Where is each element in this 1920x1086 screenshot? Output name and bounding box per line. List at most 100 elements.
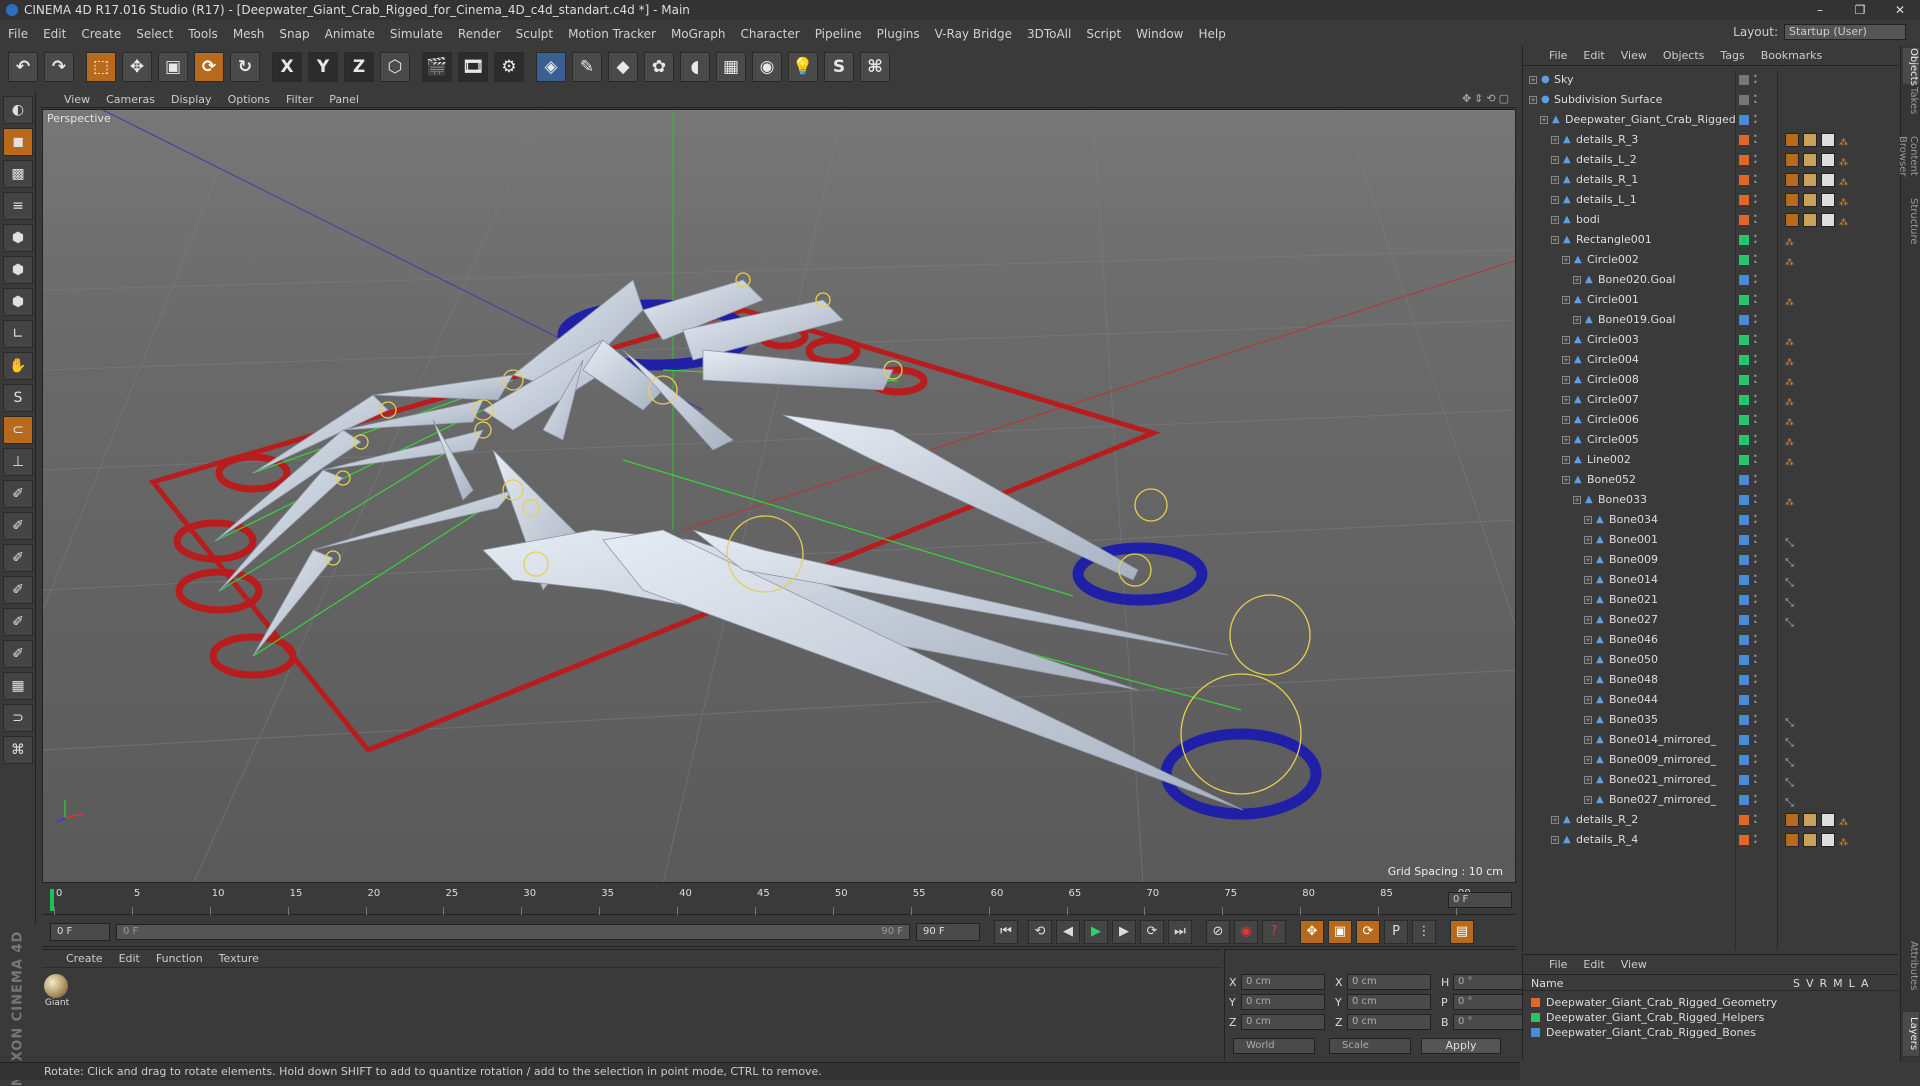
layer-color-swatch[interactable] xyxy=(1739,335,1749,345)
menu-mograph[interactable]: MoGraph xyxy=(671,27,726,41)
menu-3dtoall[interactable]: 3DToAll xyxy=(1027,27,1071,41)
expand-toggle-icon[interactable]: + xyxy=(1584,776,1592,784)
object-row[interactable]: + ▲ Circle003 • • ⁂ xyxy=(1523,330,1899,350)
object-row[interactable]: + ▲ details_R_1 • • ⁂ xyxy=(1523,170,1899,190)
object-row[interactable]: + ▲ Bone021_mirrored_ • • ⤡ xyxy=(1523,770,1899,790)
visibility-dots-icon[interactable]: • • xyxy=(1753,173,1758,187)
material-tag-icon[interactable] xyxy=(1803,813,1817,827)
model-mode-icon[interactable]: ◼ xyxy=(3,128,33,156)
menu-render[interactable]: Render xyxy=(458,27,501,41)
expand-toggle-icon[interactable]: + xyxy=(1584,696,1592,704)
layer-color-swatch[interactable] xyxy=(1739,615,1749,625)
expand-toggle-icon[interactable]: + xyxy=(1562,456,1570,464)
object-row[interactable]: + ▲ details_L_2 • • ⁂ xyxy=(1523,150,1899,170)
visibility-dots-icon[interactable]: • • xyxy=(1753,73,1758,87)
display-tag-icon[interactable]: ⁂ xyxy=(1839,193,1853,208)
ik-tag-icon[interactable]: ⤡ xyxy=(1785,553,1799,569)
viewport-menu-filter[interactable]: Filter xyxy=(286,93,313,106)
expand-toggle-icon[interactable]: + xyxy=(1584,736,1592,744)
object-row[interactable]: + ▲ Bone033 • • ⁂ xyxy=(1523,490,1899,510)
layer-color-swatch[interactable] xyxy=(1739,215,1749,225)
layer-color-swatch[interactable] xyxy=(1739,95,1749,105)
workplane-snap-icon[interactable]: ⊥ xyxy=(3,448,33,476)
ik-tag-icon[interactable]: ⤡ xyxy=(1785,533,1799,549)
menu-v-ray-bridge[interactable]: V-Ray Bridge xyxy=(935,27,1012,41)
coordinate-system-icon[interactable]: ⬡ xyxy=(380,52,410,82)
expand-toggle-icon[interactable]: + xyxy=(1529,96,1537,104)
expand-toggle-icon[interactable]: + xyxy=(1562,256,1570,264)
object-row[interactable]: + ▲ Circle007 • • ⁂ xyxy=(1523,390,1899,410)
python-left-icon[interactable]: ⌘ xyxy=(3,736,33,764)
polygons-mode-icon[interactable]: ⬢ xyxy=(3,288,33,316)
rot-p-field[interactable]: 0 ° xyxy=(1453,994,1523,1010)
expand-toggle-icon[interactable]: + xyxy=(1584,716,1592,724)
checker-tag-icon[interactable] xyxy=(1821,193,1835,207)
object-row[interactable]: + ▲ Bone027 • • ⤡ xyxy=(1523,610,1899,630)
current-frame-field[interactable]: 0 F xyxy=(1448,892,1512,908)
render-picture-viewer-icon[interactable]: 🎞 xyxy=(458,52,488,82)
layer-color-swatch[interactable] xyxy=(1739,495,1749,505)
object-row[interactable]: + ▲ Bone009_mirrored_ • • ⤡ xyxy=(1523,750,1899,770)
menu-file[interactable]: File xyxy=(8,27,28,41)
side-tab-content-browser[interactable]: Content Browser xyxy=(1897,118,1919,194)
checker-tag-icon[interactable] xyxy=(1821,213,1835,227)
layer-color-swatch[interactable] xyxy=(1739,455,1749,465)
next-key-icon[interactable]: ⟳ xyxy=(1140,919,1164,944)
layer-color-swatch[interactable] xyxy=(1739,195,1749,205)
display-tag-icon[interactable]: ⁂ xyxy=(1785,493,1799,508)
expand-toggle-icon[interactable]: + xyxy=(1573,496,1581,504)
ik-tag-icon[interactable]: ⤡ xyxy=(1785,593,1799,609)
timeline-ruler[interactable]: 051015202530354045505560657075808590 0 F xyxy=(42,885,1516,915)
expand-toggle-icon[interactable]: + xyxy=(1551,236,1559,244)
layer-color-swatch[interactable] xyxy=(1739,795,1749,805)
python-icon[interactable]: ⌘ xyxy=(860,52,890,82)
expand-toggle-icon[interactable]: + xyxy=(1584,656,1592,664)
expand-toggle-icon[interactable]: + xyxy=(1584,636,1592,644)
visibility-dots-icon[interactable]: • • xyxy=(1753,613,1758,627)
visibility-dots-icon[interactable]: • • xyxy=(1753,193,1758,207)
snap-icon[interactable]: S xyxy=(3,384,33,412)
brush-6-icon[interactable]: ✐ xyxy=(3,640,33,668)
display-tag-icon[interactable]: ⁂ xyxy=(1839,833,1853,848)
layer-color-swatch[interactable] xyxy=(1739,475,1749,485)
expand-toggle-icon[interactable]: + xyxy=(1584,676,1592,684)
object-row[interactable]: + ▲ details_R_4 • • ⁂ xyxy=(1523,830,1899,850)
visibility-dots-icon[interactable]: • • xyxy=(1753,93,1758,107)
object-row[interactable]: + ● Subdivision Surface • • xyxy=(1523,90,1899,110)
keyframe-selection-icon[interactable]: ? xyxy=(1262,919,1286,944)
minimize-button[interactable]: – xyxy=(1800,0,1840,20)
visibility-dots-icon[interactable]: • • xyxy=(1753,653,1758,667)
visibility-dots-icon[interactable]: • • xyxy=(1753,773,1758,787)
end-frame-field[interactable]: 90 F xyxy=(916,922,980,941)
object-menu-view[interactable]: View xyxy=(1621,49,1647,62)
display-tag-icon[interactable]: ⁂ xyxy=(1785,453,1799,468)
visibility-dots-icon[interactable]: • • xyxy=(1753,413,1758,427)
expand-toggle-icon[interactable]: + xyxy=(1584,576,1592,584)
ik-tag-icon[interactable]: ⤡ xyxy=(1785,713,1799,729)
layer-color-swatch[interactable] xyxy=(1739,395,1749,405)
layer-color-swatch[interactable] xyxy=(1739,555,1749,565)
visibility-dots-icon[interactable]: • • xyxy=(1753,373,1758,387)
object-row[interactable]: + ▲ Bone046 • • xyxy=(1523,630,1899,650)
material-menu-create[interactable]: Create xyxy=(66,952,103,965)
play-icon[interactable]: ▶ xyxy=(1084,919,1108,944)
visibility-dots-icon[interactable]: • • xyxy=(1753,113,1758,127)
object-row[interactable]: + ▲ Bone052 • • xyxy=(1523,470,1899,490)
expand-toggle-icon[interactable]: + xyxy=(1562,436,1570,444)
visibility-dots-icon[interactable]: • • xyxy=(1753,593,1758,607)
rotate-tool-icon[interactable]: ⟳ xyxy=(194,52,224,82)
display-tag-icon[interactable]: ⁂ xyxy=(1839,173,1853,188)
layer-color-swatch[interactable] xyxy=(1739,175,1749,185)
texture-mode-icon[interactable]: ▩ xyxy=(3,160,33,188)
layer-menu-view[interactable]: View xyxy=(1621,958,1647,971)
visibility-dots-icon[interactable]: • • xyxy=(1753,293,1758,307)
x-axis-lock-button[interactable]: X xyxy=(272,52,302,82)
material-menu-function[interactable]: Function xyxy=(156,952,203,965)
checker-tag-icon[interactable] xyxy=(1821,153,1835,167)
display-tag-icon[interactable]: ⁂ xyxy=(1785,393,1799,408)
texture-tag-icon[interactable] xyxy=(1785,193,1799,207)
material-menu-edit[interactable]: Edit xyxy=(119,952,140,965)
layer-color-swatch[interactable] xyxy=(1739,695,1749,705)
key-position-icon[interactable]: ✥ xyxy=(1300,919,1324,944)
layer-color-swatch[interactable] xyxy=(1739,815,1749,825)
